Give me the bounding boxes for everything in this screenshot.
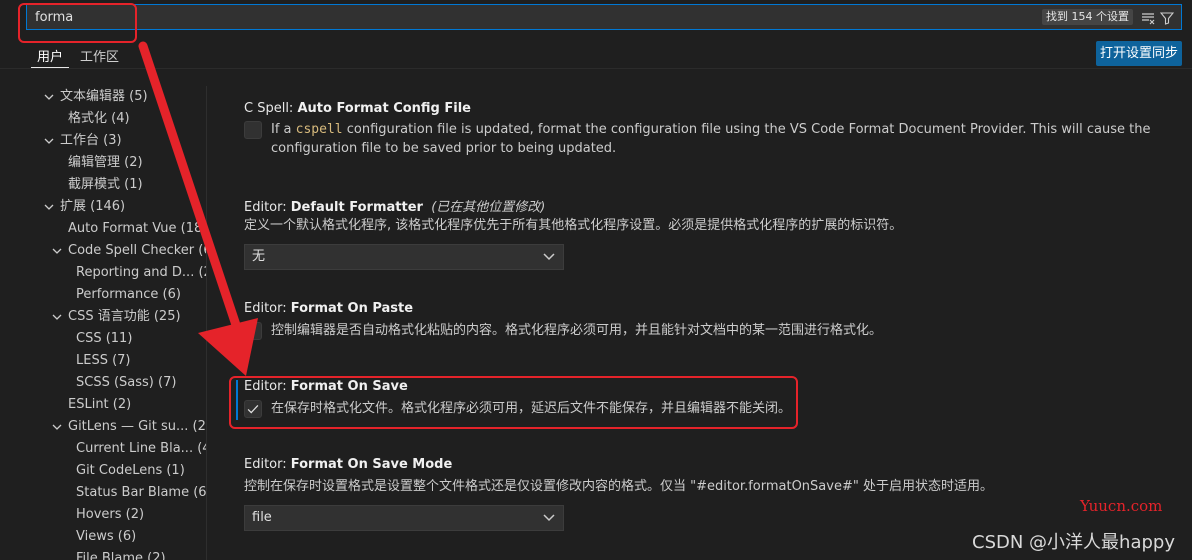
watermark-site: Yuucn.com [1080,497,1163,515]
annotation-arrow [138,41,258,376]
watermark-csdn: CSDN @小洋人最happy [972,532,1175,553]
